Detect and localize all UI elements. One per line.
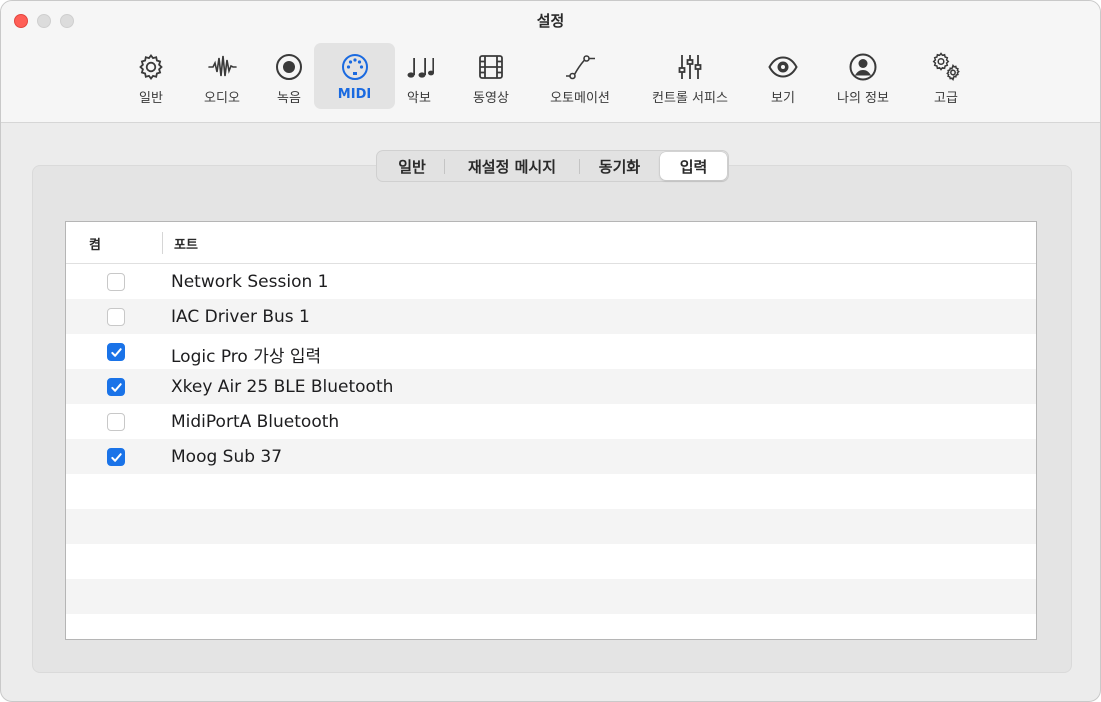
person-icon (845, 49, 881, 85)
toolbar-item-my-info[interactable]: 나의 정보 (817, 43, 909, 109)
tab-general[interactable]: 일반 (379, 151, 445, 181)
toolbar-label: 고급 (934, 91, 958, 106)
port-name: Network Session 1 (171, 272, 329, 292)
tab-sync[interactable]: 동기화 (580, 151, 659, 181)
column-divider[interactable] (162, 232, 163, 254)
tab-input[interactable]: 입력 (660, 152, 727, 180)
tab-segmented-control: 일반 재설정 메시지 동기화 입력 (376, 150, 729, 182)
toolbar-item-audio[interactable]: 오디오 (192, 43, 252, 109)
port-name: Logic Pro 가상 입력 (171, 347, 322, 367)
gear-icon (133, 49, 169, 85)
table-row[interactable]: IAC Driver Bus 1 (66, 299, 1036, 334)
toolbar-label: 악보 (407, 91, 431, 106)
record-icon (271, 49, 307, 85)
midi-input-ports-table: 켬 포트 Network Session 1 IAC Driver Bus 1 … (65, 221, 1037, 640)
toolbar-label: 오디오 (204, 91, 240, 106)
empty-row (66, 614, 1036, 639)
toolbar-label: 일반 (139, 91, 163, 106)
port-name: IAC Driver Bus 1 (171, 307, 310, 327)
port-enable-checkbox[interactable] (107, 413, 125, 431)
settings-window: 설정 일반 오디오 녹음 MIDI 악보 동영상 오토메이션 컨트롤 서피스 보… (0, 0, 1101, 702)
toolbar-item-midi[interactable]: MIDI (314, 43, 395, 109)
port-enable-checkbox[interactable] (107, 273, 125, 291)
eye-icon (765, 49, 801, 85)
table-row[interactable]: Xkey Air 25 BLE Bluetooth (66, 369, 1036, 404)
toolbar-label: 녹음 (277, 91, 301, 106)
sliders-icon (672, 49, 708, 85)
empty-row (66, 544, 1036, 579)
table-row[interactable]: Logic Pro 가상 입력 (66, 334, 1036, 369)
toolbar-item-score[interactable]: 악보 (393, 43, 445, 109)
port-enable-checkbox[interactable] (107, 378, 125, 396)
toolbar-item-automation[interactable]: 오토메이션 (537, 43, 623, 109)
port-name: Xkey Air 25 BLE Bluetooth (171, 377, 394, 397)
toolbar-label: 동영상 (473, 91, 509, 106)
empty-row (66, 474, 1036, 509)
toolbar-label: MIDI (337, 87, 372, 102)
column-header-port[interactable]: 포트 (174, 234, 198, 253)
toolbar-item-control-surfaces[interactable]: 컨트롤 서피스 (640, 43, 740, 109)
toolbar-label: 나의 정보 (837, 91, 889, 106)
port-enable-checkbox[interactable] (107, 448, 125, 466)
table-header: 켬 포트 (66, 222, 1036, 264)
music-notes-icon (401, 49, 437, 85)
empty-row (66, 509, 1036, 544)
title-bar: 설정 일반 오디오 녹음 MIDI 악보 동영상 오토메이션 컨트롤 서피스 보… (1, 1, 1100, 123)
film-icon (473, 49, 509, 85)
toolbar-item-record[interactable]: 녹음 (263, 43, 315, 109)
window-title: 설정 (536, 12, 565, 30)
port-enable-checkbox[interactable] (107, 308, 125, 326)
automation-curve-icon (562, 49, 598, 85)
port-name: Moog Sub 37 (171, 447, 283, 467)
tab-reset-messages[interactable]: 재설정 메시지 (445, 151, 579, 181)
port-name: MidiPortA Bluetooth (171, 412, 340, 432)
toolbar-label: 오토메이션 (550, 91, 610, 106)
port-enable-checkbox[interactable] (107, 343, 125, 361)
gears-icon (928, 49, 964, 85)
toolbar-item-video[interactable]: 동영상 (460, 43, 522, 109)
waveform-icon (204, 49, 240, 85)
midi-connector-icon (337, 49, 373, 85)
column-header-on[interactable]: 켬 (89, 234, 101, 253)
table-row[interactable]: MidiPortA Bluetooth (66, 404, 1036, 439)
empty-row (66, 579, 1036, 614)
toolbar-item-view[interactable]: 보기 (757, 43, 809, 109)
toolbar-label: 보기 (771, 91, 795, 106)
settings-toolbar: 일반 오디오 녹음 MIDI 악보 동영상 오토메이션 컨트롤 서피스 보기 나… (1, 43, 1100, 111)
toolbar-label: 컨트롤 서피스 (652, 91, 728, 106)
toolbar-item-advanced[interactable]: 고급 (917, 43, 975, 109)
table-row[interactable]: Moog Sub 37 (66, 439, 1036, 474)
toolbar-item-general[interactable]: 일반 (122, 43, 180, 109)
table-row[interactable]: Network Session 1 (66, 264, 1036, 299)
